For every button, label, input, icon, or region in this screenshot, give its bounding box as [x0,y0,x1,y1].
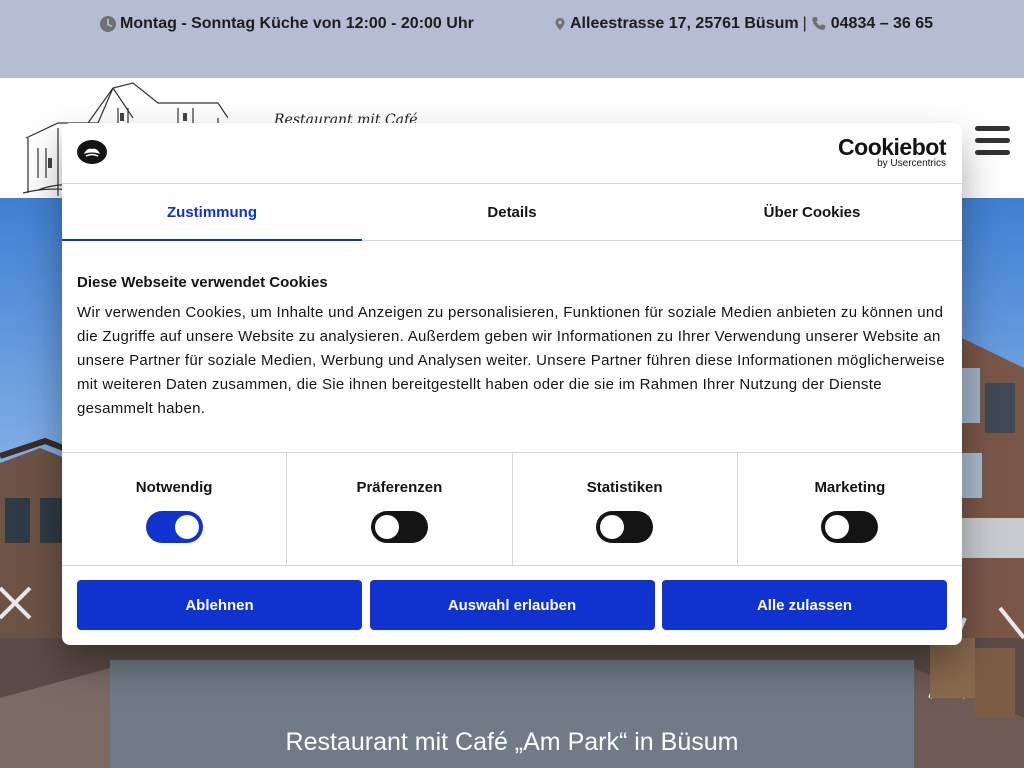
cookiebot-brand-name: Cookiebot [838,134,946,160]
cookie-consent-dialog: Cookiebot by Usercentrics Zustimmung Det… [62,123,962,645]
category-marketing: Marketing [738,453,962,565]
statistiken-toggle[interactable] [596,511,654,543]
website-logo-icon [77,140,107,164]
opening-hours: Montag - Sonntag Küche von 12:00 - 20:00… [100,15,474,33]
consent-description: Wir verwenden Cookies, um Inhalte und An… [77,304,945,417]
phone-icon [812,17,825,30]
tab-ueber-cookies[interactable]: Über Cookies [662,184,962,240]
consent-body: Diese Webseite verwendet Cookies Wir ver… [62,274,962,421]
notwendig-toggle[interactable] [145,511,203,543]
dialog-tabs: Zustimmung Details Über Cookies [62,184,962,241]
clock-icon [100,16,116,32]
category-statistiken: Statistiken [513,453,738,565]
decline-button[interactable]: Ablehnen [77,580,362,630]
tab-zustimmung[interactable]: Zustimmung [62,184,362,241]
cookiebot-logo[interactable]: Cookiebot by Usercentrics [838,135,946,169]
map-marker-icon [555,18,565,30]
category-notwendig: Notwendig [62,453,288,565]
top-info-bar: Montag - Sonntag Küche von 12:00 - 20:00… [0,0,1024,78]
separator: | [802,15,807,32]
marketing-toggle[interactable] [821,511,879,543]
phone-link[interactable]: 04834 – 36 65 [831,15,933,33]
dialog-header: Cookiebot by Usercentrics [62,123,962,184]
tab-details[interactable]: Details [362,184,662,240]
hero-title-box: Restaurant mit Café „Am Park“ in Büsum [110,660,914,768]
allow-all-button[interactable]: Alle zulassen [662,580,947,630]
opening-hours-text: Montag - Sonntag Küche von 12:00 - 20:00… [120,15,474,32]
allow-selection-button[interactable]: Auswahl erlauben [369,580,655,630]
consent-heading: Diese Webseite verwendet Cookies [77,274,328,291]
category-label: Marketing [814,479,886,496]
hero-title: Restaurant mit Café „Am Park“ in Büsum [285,728,739,756]
category-label: Statistiken [586,479,663,496]
praeferenzen-toggle[interactable] [370,511,428,543]
contact-info: Alleestrasse 17, 25761 Büsum | 04834 – 3… [554,15,933,33]
address-text: Alleestrasse 17, 25761 Büsum [570,15,799,32]
category-label: Präferenzen [356,479,443,496]
category-praeferenzen: Präferenzen [287,453,513,565]
menu-hamburger-icon[interactable] [975,126,1010,156]
consent-categories: Notwendig Präferenzen Statistiken Market… [62,452,962,566]
consent-buttons: Ablehnen Auswahl erlauben Alle zulassen [77,580,947,630]
category-label: Notwendig [135,479,213,496]
